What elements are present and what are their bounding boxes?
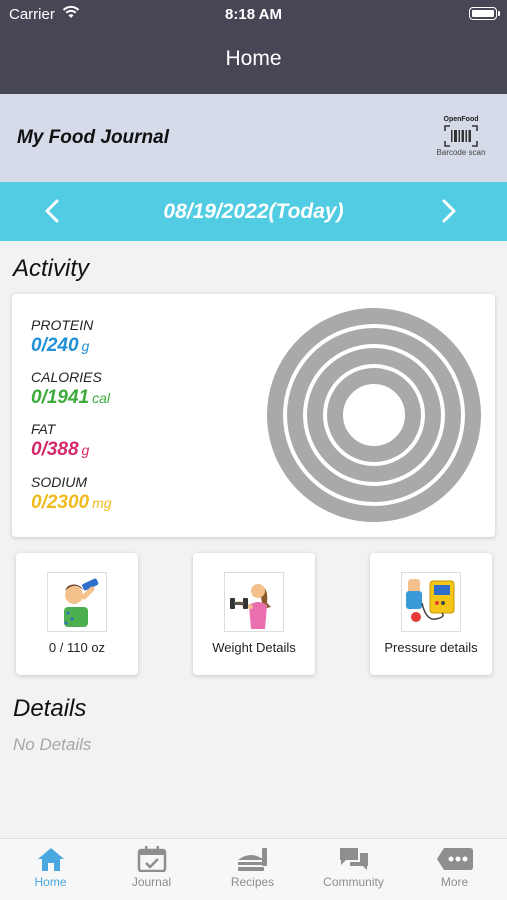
- fat-stat: FAT 0/388 g: [31, 421, 89, 461]
- journal-title: My Food Journal: [17, 127, 169, 148]
- chat-bubbles-icon: [339, 848, 368, 870]
- sodium-stat: SODIUM 0/2300 mg: [31, 474, 112, 514]
- protein-value: 0/240: [31, 335, 79, 356]
- nutrient-unit: g: [81, 338, 90, 354]
- clock: 8:18 AM: [225, 6, 282, 23]
- blood-pressure-monitor-icon: [401, 572, 461, 632]
- fat-value: 0/388: [31, 439, 79, 460]
- nutrient-unit: g: [81, 442, 90, 458]
- nutrient-value: 0/2300 mg: [31, 492, 112, 514]
- details-heading: Details: [13, 695, 87, 722]
- activity-card[interactable]: PROTEIN 0/240 g CALORIES 0/1941 cal FAT 0/…: [12, 294, 495, 537]
- next-day-button[interactable]: [433, 196, 463, 226]
- details-empty-text: No Details: [13, 735, 92, 754]
- tab-community[interactable]: Community: [303, 839, 404, 900]
- barcode-scan-label: Barcode scan: [436, 148, 486, 157]
- status-bar: Carrier 8:18 AM: [0, 0, 507, 28]
- protein-stat: PROTEIN 0/240 g: [31, 317, 93, 357]
- battery-icon: [469, 7, 500, 20]
- weight-details-tile[interactable]: Weight Details: [193, 553, 315, 675]
- nutrient-label: FAT: [31, 421, 56, 437]
- current-date[interactable]: 08/19/2022(Today): [0, 200, 507, 224]
- tab-label: More: [440, 875, 469, 889]
- date-selector: 08/19/2022(Today): [0, 182, 507, 241]
- page-title: Home: [225, 47, 282, 70]
- weight-lifter-icon: [224, 572, 284, 632]
- sodium-value: 0/2300: [31, 492, 90, 513]
- nutrient-label: PROTEIN: [31, 317, 94, 333]
- nutrient-label: SODIUM: [31, 474, 87, 490]
- nutrient-value: 0/240 g: [31, 335, 93, 357]
- nutrient-label: CALORIES: [31, 369, 102, 385]
- tab-label: Home: [34, 875, 67, 889]
- tab-label: Recipes: [230, 875, 275, 889]
- calories-stat: CALORIES 0/1941 cal: [31, 369, 110, 409]
- home-icon: [37, 848, 64, 871]
- pressure-details-tile[interactable]: Pressure details: [370, 553, 492, 675]
- nutrient-unit: mg: [92, 495, 112, 511]
- nutrient-value: 0/388 g: [31, 439, 89, 461]
- water-drinker-icon: [47, 572, 107, 632]
- tab-label: Journal: [131, 875, 172, 889]
- nutrient-progress-rings: [267, 308, 481, 522]
- weight-details-label: Weight Details: [212, 640, 296, 655]
- more-icon: [436, 848, 473, 870]
- sodium-ring: [327, 368, 421, 462]
- tab-home[interactable]: Home: [0, 839, 101, 900]
- nutrient-value: 0/1941 cal: [31, 387, 110, 409]
- tab-journal[interactable]: Journal: [101, 839, 202, 900]
- pressure-details-label: Pressure details: [384, 640, 478, 655]
- tab-bar: Home Journal Recipes Community More: [0, 838, 507, 900]
- protein-ring: [267, 308, 481, 522]
- water-intake-label: 0 / 110 oz: [48, 640, 106, 655]
- calories-value: 0/1941: [31, 387, 90, 408]
- water-tile[interactable]: 0 / 110 oz: [16, 553, 138, 675]
- journal-header: My Food Journal OpenFood Barcode scan: [0, 94, 507, 182]
- tab-label: Community: [323, 875, 384, 889]
- barcode-provider-label: OpenFood: [443, 116, 479, 123]
- barcode-icon: [444, 125, 478, 147]
- recipes-icon: [237, 848, 267, 871]
- nutrient-unit: cal: [92, 390, 111, 406]
- activity-heading: Activity: [13, 255, 90, 282]
- calendar-check-icon: [137, 846, 166, 872]
- tab-recipes[interactable]: Recipes: [202, 839, 303, 900]
- tab-more[interactable]: More: [404, 839, 505, 900]
- navigation-bar: Carrier 8:18 AM Home: [0, 0, 507, 94]
- barcode-scan-button[interactable]: OpenFood Barcode scan: [433, 116, 489, 162]
